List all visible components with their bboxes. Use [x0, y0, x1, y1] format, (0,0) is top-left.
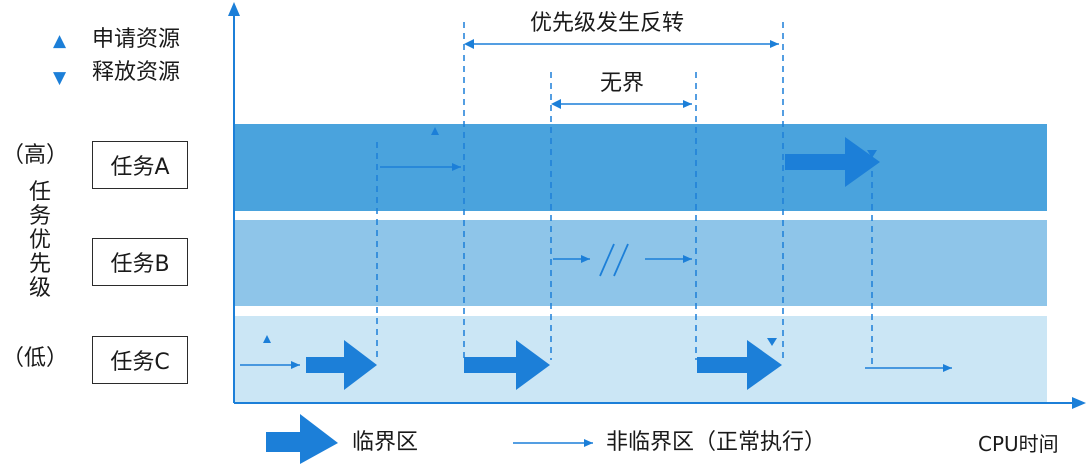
- legend-request-label: 申请资源: [92, 27, 181, 52]
- priority-low-label: （低）: [2, 346, 69, 371]
- x-axis-label: CPU时间: [978, 432, 1059, 456]
- priority-axis-label: 任 务 优 先 级: [28, 180, 51, 301]
- request-triangle-icon: ▲: [53, 31, 67, 51]
- legend-release-label: 释放资源: [92, 60, 181, 85]
- legend-critical-label: 临界区: [352, 430, 419, 455]
- release-triangle-icon: ▼: [53, 68, 67, 88]
- lane-task-a: [234, 124, 1047, 211]
- task-a-box: 任务A: [92, 141, 188, 189]
- lane-task-b: [234, 220, 1047, 306]
- legend-non-critical-label: 非临界区（正常执行）: [606, 430, 827, 455]
- task-b-box: 任务B: [92, 238, 188, 286]
- task-c-box: 任务C: [92, 336, 188, 384]
- legend-critical-arrow-icon: [266, 414, 338, 464]
- unbounded-span-label: 无界: [600, 71, 645, 96]
- inversion-span-label: 优先级发生反转: [530, 11, 685, 36]
- priority-high-label: （高）: [2, 143, 69, 168]
